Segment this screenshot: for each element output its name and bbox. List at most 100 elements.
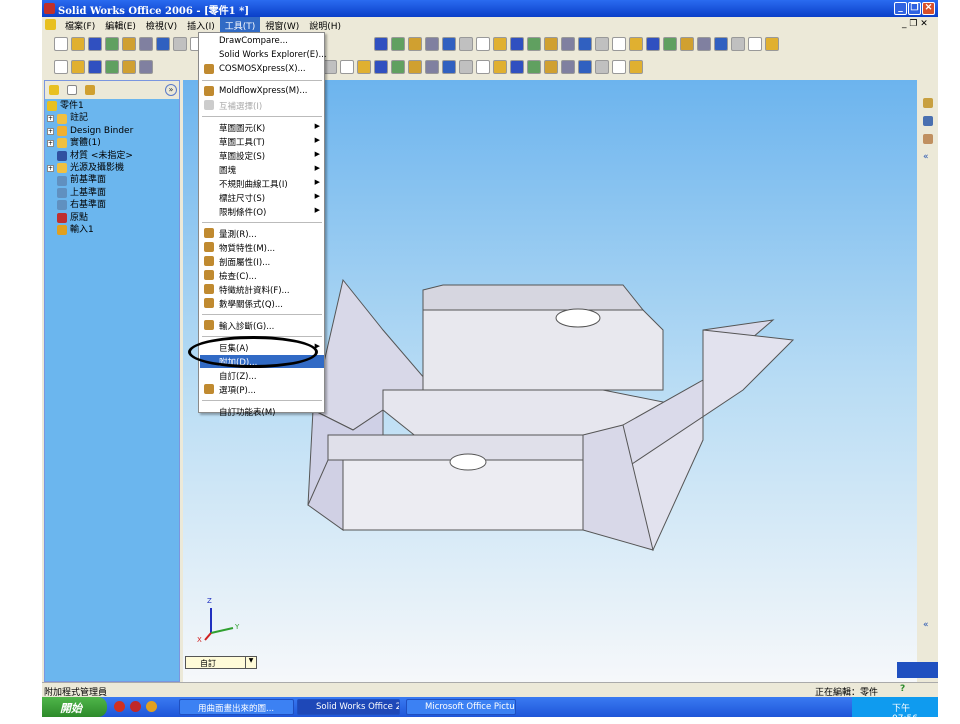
menu-5[interactable]: 視窗(W) bbox=[260, 17, 304, 32]
minimize-button[interactable]: _ bbox=[894, 2, 907, 15]
toolbar-button-icon[interactable] bbox=[442, 60, 456, 74]
toolbar-button-icon[interactable] bbox=[391, 37, 405, 51]
toolbar-button-icon[interactable] bbox=[510, 60, 524, 74]
toolbar-button-icon[interactable] bbox=[54, 37, 68, 51]
toolbar-button-icon[interactable] bbox=[323, 60, 337, 74]
menu-item-9[interactable]: 草圖設定(S) ▶ bbox=[200, 149, 324, 162]
menu-item-16[interactable]: 物質特性(M)... bbox=[200, 241, 324, 254]
menu-item-20[interactable]: 數學關係式(Q)... bbox=[200, 297, 324, 310]
feature-manager-tab-icon[interactable] bbox=[49, 85, 59, 95]
toolbar-button-icon[interactable] bbox=[731, 37, 745, 51]
toolbar-button-icon[interactable] bbox=[527, 37, 541, 51]
task-item[interactable]: Solid Works Office 20... bbox=[297, 699, 400, 715]
tree-item[interactable]: 輸入1 bbox=[47, 224, 133, 236]
property-manager-tab-icon[interactable] bbox=[67, 85, 77, 95]
quicklaunch-icon[interactable] bbox=[114, 701, 125, 712]
close-button[interactable]: ✕ bbox=[922, 2, 935, 15]
menu-item-29[interactable]: 自訂功能表(M) bbox=[200, 405, 324, 418]
quicklaunch-icon[interactable] bbox=[146, 701, 157, 712]
restore-button[interactable]: ❐ bbox=[908, 2, 921, 15]
toolbar-button-icon[interactable] bbox=[612, 60, 626, 74]
home-icon[interactable] bbox=[923, 98, 933, 108]
search-icon[interactable] bbox=[923, 134, 933, 144]
toolbar-button-icon[interactable] bbox=[493, 37, 507, 51]
help-buttons[interactable] bbox=[897, 662, 938, 678]
menu-item-22[interactable]: 輸入診斷(G)... bbox=[200, 319, 324, 332]
toolbar-button-icon[interactable] bbox=[578, 37, 592, 51]
tree-item[interactable]: 前基準面 bbox=[47, 174, 133, 186]
toolbar-button-icon[interactable] bbox=[88, 60, 102, 74]
menu-3[interactable]: 插入(I) bbox=[182, 17, 220, 32]
configuration-manager-tab-icon[interactable] bbox=[85, 85, 95, 95]
toolbar-button-icon[interactable] bbox=[122, 37, 136, 51]
chevron-down-icon[interactable]: ▼ bbox=[245, 657, 256, 668]
toolbar-button-icon[interactable] bbox=[340, 60, 354, 74]
start-button[interactable]: 開始 bbox=[42, 697, 107, 717]
toolbar-button-icon[interactable] bbox=[88, 37, 102, 51]
toolbar-button-icon[interactable] bbox=[408, 37, 422, 51]
menu-item-27[interactable]: 選項(P)... bbox=[200, 383, 324, 396]
menu-item-15[interactable]: 量測(R)... bbox=[200, 227, 324, 240]
tree-item[interactable]: + 實體(1) bbox=[47, 137, 133, 149]
toolbar-button-icon[interactable] bbox=[629, 60, 643, 74]
toolbar-button-icon[interactable] bbox=[71, 37, 85, 51]
library-icon[interactable] bbox=[923, 116, 933, 126]
menu-item-7[interactable]: 草圖圖元(K) ▶ bbox=[200, 121, 324, 134]
menu-2[interactable]: 檢視(V) bbox=[141, 17, 182, 32]
view-orientation-combo[interactable]: 自訂 ▼ bbox=[185, 656, 257, 669]
toolbar-button-icon[interactable] bbox=[629, 37, 643, 51]
toolbar-button-icon[interactable] bbox=[612, 37, 626, 51]
expand-icon[interactable]: + bbox=[47, 139, 54, 147]
menu-item-17[interactable]: 剖面屬性(I)... bbox=[200, 255, 324, 268]
expand-icon[interactable]: + bbox=[47, 127, 54, 135]
menu-6[interactable]: 說明(H) bbox=[304, 17, 346, 32]
menu-item-10[interactable]: 圖塊 ▶ bbox=[200, 163, 324, 176]
toolbar-button-icon[interactable] bbox=[595, 37, 609, 51]
toolbar-button-icon[interactable] bbox=[357, 60, 371, 74]
tree-item[interactable]: 上基準面 bbox=[47, 187, 133, 199]
toolbar-button-icon[interactable] bbox=[544, 60, 558, 74]
expand-icon[interactable]: « bbox=[923, 620, 929, 630]
menu-item-0[interactable]: DrawCompare... bbox=[200, 35, 324, 48]
toolbar-button-icon[interactable] bbox=[663, 37, 677, 51]
tree-item[interactable]: 原點 bbox=[47, 212, 133, 224]
toolbar-button-icon[interactable] bbox=[374, 60, 388, 74]
toolbar-button-icon[interactable] bbox=[459, 37, 473, 51]
toolbar-button-icon[interactable] bbox=[391, 60, 405, 74]
toolbar-button-icon[interactable] bbox=[374, 37, 388, 51]
toolbar-button-icon[interactable] bbox=[476, 60, 490, 74]
menu-item-11[interactable]: 不規則曲線工具(I) ▶ bbox=[200, 177, 324, 190]
tree-item[interactable]: + 光源及攝影機 bbox=[47, 162, 133, 174]
expand-icon[interactable]: + bbox=[47, 164, 54, 172]
tree-item[interactable]: 材質 <未指定> bbox=[47, 150, 133, 162]
help-icon[interactable]: ? bbox=[900, 684, 905, 694]
toolbar-button-icon[interactable] bbox=[442, 37, 456, 51]
toolbar-button-icon[interactable] bbox=[527, 60, 541, 74]
toolbar-button-icon[interactable] bbox=[459, 60, 473, 74]
toolbar-button-icon[interactable] bbox=[122, 60, 136, 74]
toolbar-button-icon[interactable] bbox=[561, 60, 575, 74]
doc-window-controls[interactable]: _ ❐ ✕ bbox=[902, 19, 928, 29]
toolbar-button-icon[interactable] bbox=[54, 60, 68, 74]
task-item[interactable]: Microsoft Office Pictur... bbox=[406, 699, 516, 715]
menu-item-1[interactable]: Solid Works Explorer(E)... bbox=[200, 49, 327, 62]
toolbar-button-icon[interactable] bbox=[139, 60, 153, 74]
toolbar-button-icon[interactable] bbox=[408, 60, 422, 74]
tree-item[interactable]: 零件1 bbox=[47, 100, 133, 112]
menu-1[interactable]: 編輯(E) bbox=[100, 17, 141, 32]
menu-item-12[interactable]: 標註尺寸(S) ▶ bbox=[200, 191, 324, 204]
toolbar-button-icon[interactable] bbox=[714, 37, 728, 51]
collapse-icon[interactable]: « bbox=[923, 152, 929, 162]
toolbar-button-icon[interactable] bbox=[680, 37, 694, 51]
toolbar-button-icon[interactable] bbox=[765, 37, 779, 51]
menu-item-18[interactable]: 檢查(C)... bbox=[200, 269, 324, 282]
menu-item-5[interactable]: 互補選擇(I) bbox=[200, 99, 324, 112]
toolbar-button-icon[interactable] bbox=[425, 37, 439, 51]
menu-item-19[interactable]: 特徵統計資料(F)... bbox=[200, 283, 324, 296]
tree-item[interactable]: + 註記 bbox=[47, 112, 133, 124]
menu-item-8[interactable]: 草圖工具(T) ▶ bbox=[200, 135, 324, 148]
toolbar-button-icon[interactable] bbox=[156, 37, 170, 51]
toolbar-button-icon[interactable] bbox=[510, 37, 524, 51]
menu-item-4[interactable]: MoldflowXpress(M)... bbox=[200, 85, 324, 98]
menu-item-26[interactable]: 自訂(Z)... bbox=[200, 369, 324, 382]
